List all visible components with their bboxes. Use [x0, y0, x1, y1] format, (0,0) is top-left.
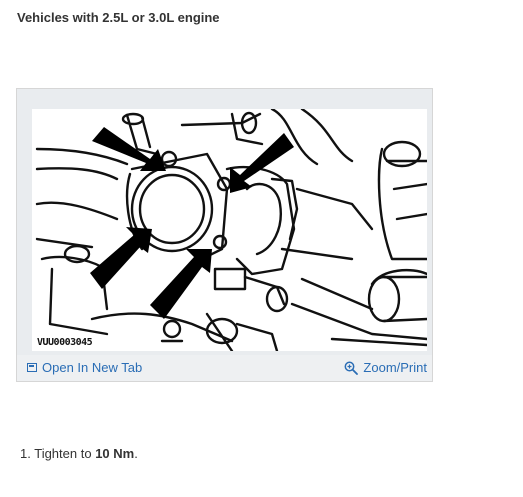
throttle-body-diagram[interactable]: VUU0003045 — [32, 109, 427, 351]
instruction-prefix: Tighten to — [34, 446, 92, 461]
zoom-print-label: Zoom/Print — [363, 360, 427, 375]
zoom-print-link[interactable]: Zoom/Print — [344, 360, 427, 375]
instruction-list: 1. Tighten to 10 Nm. — [20, 446, 138, 461]
figure-card: VUU0003045 Open In New Tab Zoom/Print — [16, 88, 433, 382]
zoom-icon — [344, 361, 359, 375]
instruction-number: 1. — [20, 446, 31, 461]
open-in-new-tab-link[interactable]: Open In New Tab — [27, 360, 142, 375]
instruction-suffix: . — [134, 446, 138, 461]
section-heading: Vehicles with 2.5L or 3.0L engine — [17, 10, 220, 25]
engine-line-drawing — [35, 109, 427, 351]
figure-toolbar: Open In New Tab Zoom/Print — [17, 355, 432, 381]
open-in-new-tab-label: Open In New Tab — [42, 360, 143, 375]
torque-value: 10 Nm — [95, 446, 135, 461]
open-in-new-tab-icon — [27, 363, 37, 372]
figure-code-label: VUU0003045 — [37, 337, 93, 348]
instruction-item: 1. Tighten to 10 Nm. — [20, 446, 138, 461]
